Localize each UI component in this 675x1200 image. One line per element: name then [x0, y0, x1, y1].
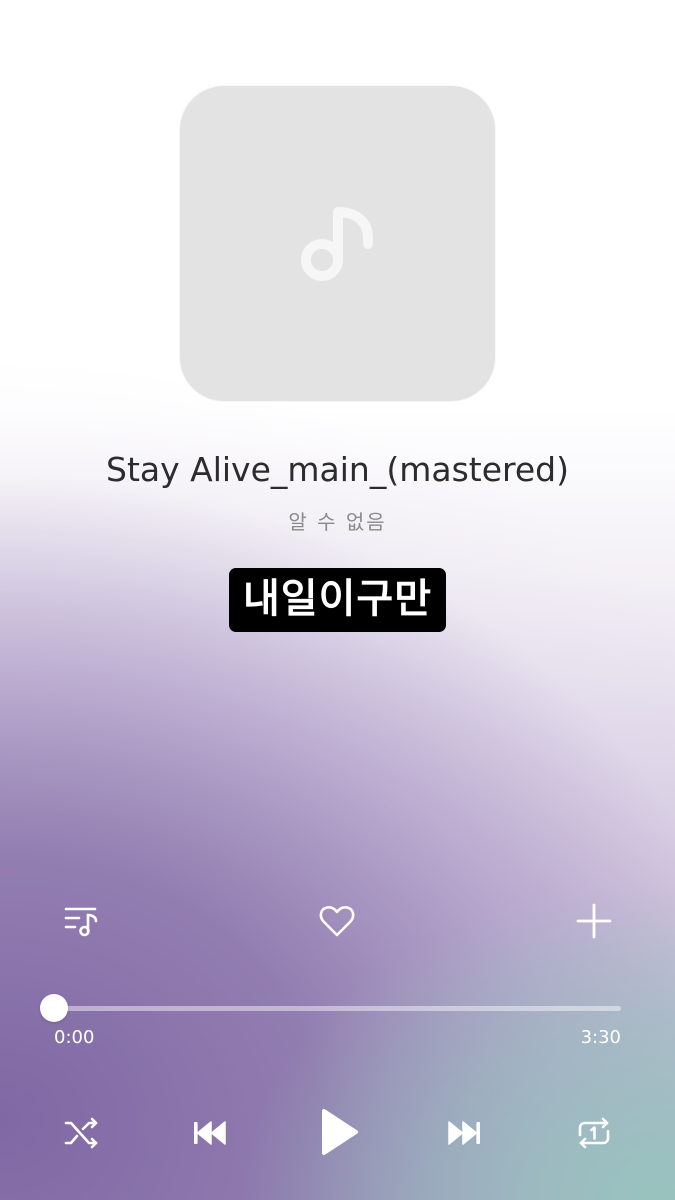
play-button[interactable] [308, 1100, 368, 1164]
shuffle-icon [64, 1117, 98, 1149]
elapsed-time: 0:00 [54, 1027, 95, 1048]
seek-bar[interactable] [54, 1006, 621, 1011]
subtitle-caption-container: 내일이구만 [0, 568, 675, 632]
track-artist: 알 수 없음 [288, 510, 387, 534]
seek-bar-thumb[interactable] [40, 994, 68, 1022]
playlist-icon [64, 907, 98, 937]
heart-outline-icon [319, 905, 355, 937]
add-to-playlist-button[interactable] [571, 898, 617, 944]
play-icon [322, 1109, 358, 1155]
repeat-button[interactable] [571, 1110, 617, 1156]
previous-button[interactable] [186, 1110, 232, 1156]
queue-button[interactable] [58, 898, 104, 944]
skip-previous-icon [194, 1121, 226, 1145]
repeat-one-icon [578, 1117, 610, 1149]
music-note-icon [300, 206, 373, 281]
subtitle-caption: 내일이구만 [229, 568, 446, 632]
skip-next-icon [448, 1121, 480, 1145]
track-title: Stay Alive_main_(mastered) [106, 450, 569, 489]
total-duration: 3:30 [580, 1027, 621, 1048]
shuffle-button[interactable] [58, 1110, 104, 1156]
next-button[interactable] [442, 1110, 488, 1156]
plus-icon [576, 903, 612, 939]
favorite-button[interactable] [314, 898, 360, 944]
album-art-placeholder [180, 86, 495, 401]
